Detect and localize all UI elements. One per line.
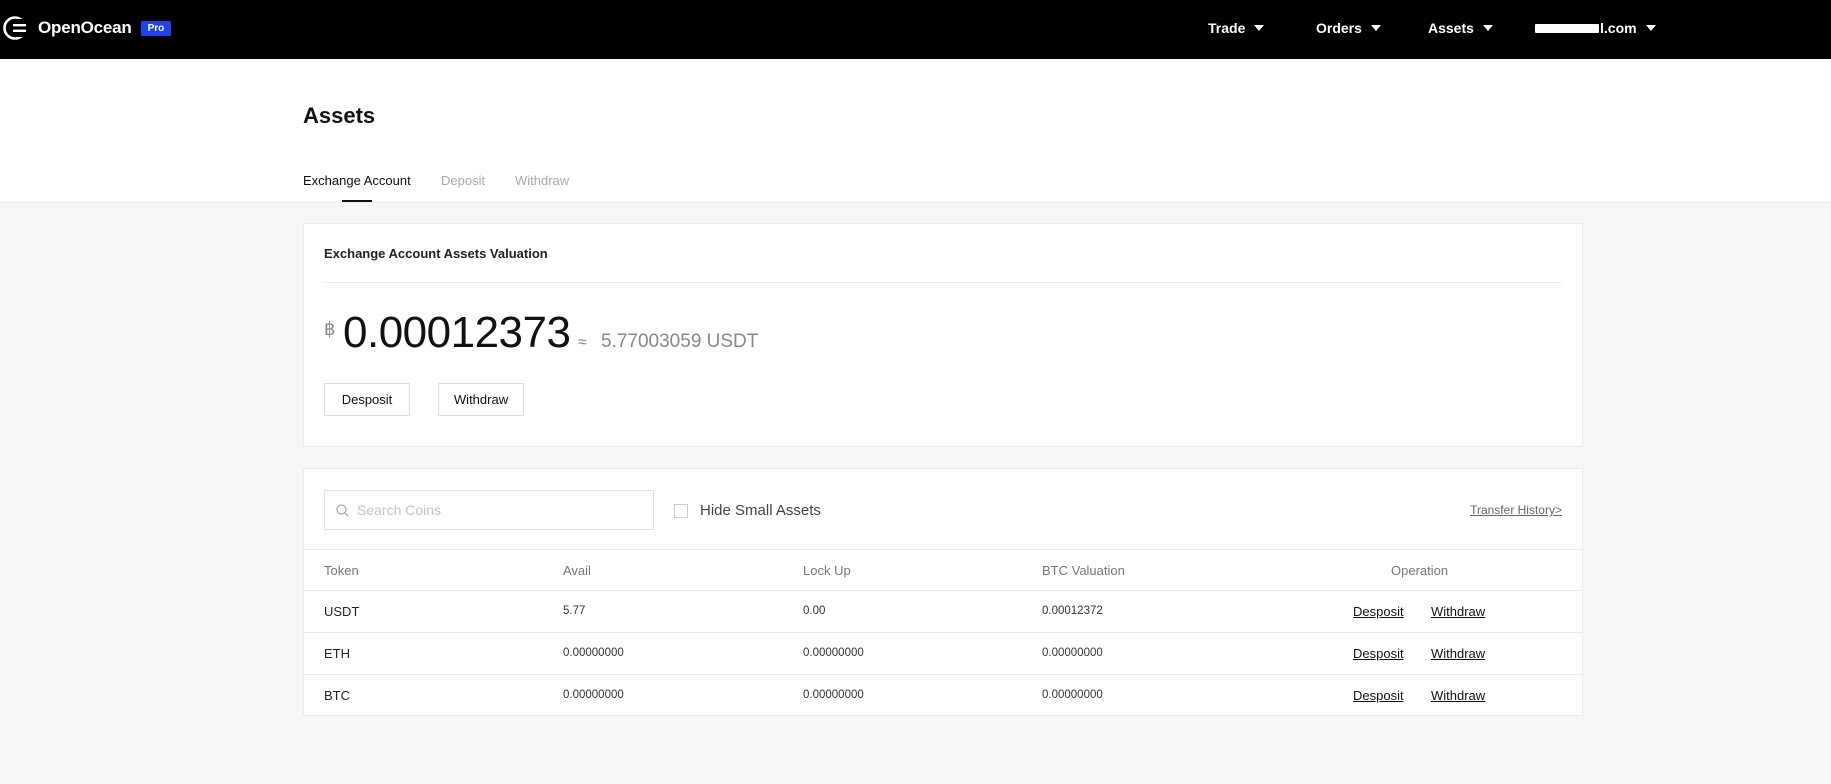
nav-assets[interactable]: Assets	[1428, 20, 1493, 36]
nav-trade[interactable]: Trade	[1208, 20, 1265, 36]
deposit-button[interactable]: Desposit	[324, 383, 410, 416]
btc-valuation-cell: 0.00000000	[1042, 689, 1103, 701]
column-header-avail: Avail	[563, 563, 591, 578]
logo[interactable]: OpenOcean Pro	[2, 15, 172, 41]
redacted-email-mask	[1535, 23, 1599, 33]
hide-small-assets-checkbox[interactable]	[674, 503, 688, 518]
avail-cell: 0.00000000	[563, 689, 624, 701]
btc-total-value: 0.00012373	[343, 308, 571, 357]
btc-valuation-cell: 0.00012372	[1042, 605, 1103, 617]
valuation-card: Exchange Account Assets Valuation ฿ 0.00…	[303, 223, 1583, 447]
pro-badge: Pro	[140, 20, 172, 36]
column-header-btc-valuation: BTC Valuation	[1042, 563, 1125, 578]
divider	[304, 674, 1582, 675]
top-nav-bar: OpenOcean Pro Trade Orders Assets l.com	[0, 0, 1831, 59]
approx-symbol: ≈	[578, 334, 587, 351]
tab-deposit[interactable]: Deposit	[441, 173, 485, 188]
page-header: Assets Exchange Account Deposit Withdraw	[0, 59, 1831, 203]
valuation-card-title: Exchange Account Assets Valuation	[324, 246, 548, 261]
hide-small-assets-label: Hide Small Assets	[700, 502, 821, 519]
nav-trade-label: Trade	[1208, 20, 1246, 36]
caret-down-icon	[1254, 25, 1265, 31]
column-header-operation: Operation	[1391, 563, 1449, 578]
column-header-lockup: Lock Up	[803, 563, 851, 578]
search-box[interactable]	[324, 490, 654, 530]
caret-down-icon	[1370, 25, 1381, 31]
transfer-history-link[interactable]: Transfer History>	[1470, 503, 1562, 517]
assets-table-card: Hide Small Assets Transfer History> Toke…	[303, 468, 1583, 716]
row-deposit-link[interactable]: Desposit	[1353, 688, 1404, 703]
row-deposit-link[interactable]: Desposit	[1353, 646, 1404, 661]
brand-name: OpenOcean	[38, 18, 132, 37]
lockup-cell: 0.00000000	[803, 689, 864, 701]
avail-cell: 0.00000000	[563, 647, 624, 659]
avail-cell: 5.77	[563, 605, 586, 617]
openocean-logo-icon	[3, 16, 28, 40]
divider	[304, 632, 1582, 633]
divider	[304, 590, 1582, 591]
row-deposit-link[interactable]: Desposit	[1353, 604, 1404, 619]
divider	[304, 549, 1582, 550]
token-cell: USDT	[324, 604, 360, 619]
search-icon	[336, 503, 349, 517]
nav-assets-label: Assets	[1428, 20, 1474, 36]
withdraw-button[interactable]: Withdraw	[438, 383, 524, 416]
column-header-token: Token	[324, 563, 359, 578]
token-cell: ETH	[324, 646, 350, 661]
btc-currency-icon: ฿	[324, 319, 336, 339]
page-title: Assets	[303, 103, 376, 128]
tab-exchange-account[interactable]: Exchange Account	[303, 173, 411, 188]
caret-down-icon	[1482, 25, 1493, 31]
row-withdraw-link[interactable]: Withdraw	[1431, 646, 1485, 661]
nav-account[interactable]: l.com	[1535, 20, 1656, 36]
usdt-total-value: 5.77003059 USDT	[601, 331, 759, 352]
divider	[324, 282, 1562, 283]
nav-orders-label: Orders	[1316, 20, 1362, 36]
row-withdraw-link[interactable]: Withdraw	[1431, 688, 1485, 703]
nav-orders[interactable]: Orders	[1316, 20, 1381, 36]
row-withdraw-link[interactable]: Withdraw	[1431, 604, 1485, 619]
token-cell: BTC	[324, 688, 350, 703]
caret-down-icon	[1645, 25, 1656, 31]
btc-valuation-cell: 0.00000000	[1042, 647, 1103, 659]
tab-withdraw[interactable]: Withdraw	[515, 173, 569, 188]
lockup-cell: 0.00000000	[803, 647, 864, 659]
active-tab-indicator	[342, 200, 372, 202]
lockup-cell: 0.00	[803, 605, 826, 617]
hide-small-assets-toggle[interactable]: Hide Small Assets	[674, 502, 821, 519]
search-coins-input[interactable]	[357, 502, 647, 518]
nav-account-label: l.com	[1600, 20, 1637, 36]
